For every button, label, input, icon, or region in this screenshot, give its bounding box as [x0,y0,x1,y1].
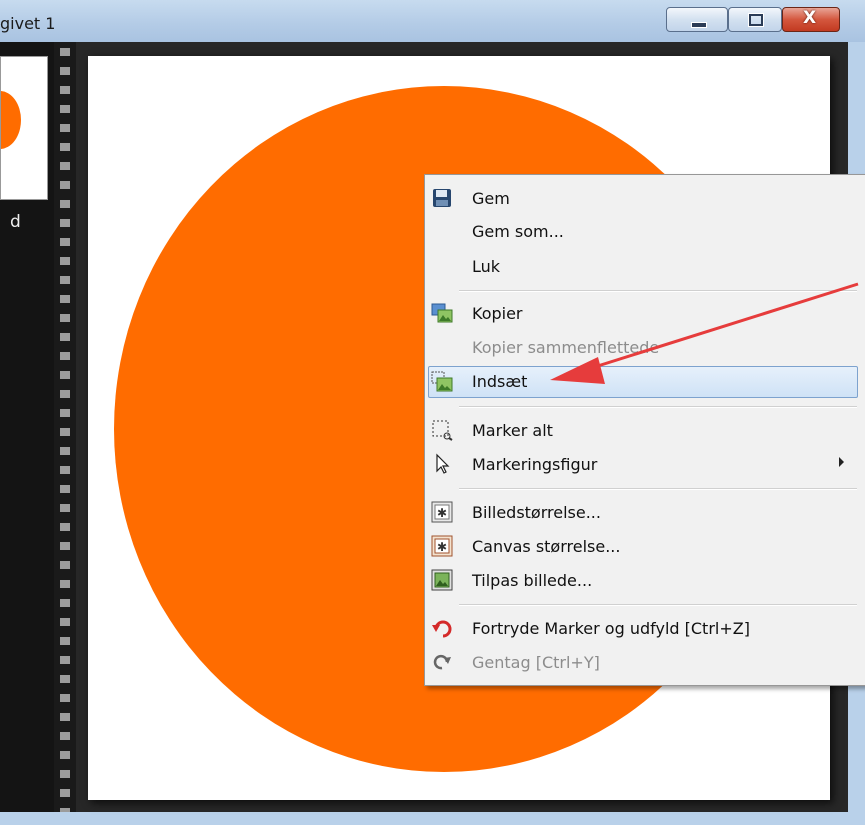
svg-text:✱: ✱ [437,506,447,520]
paste-image-icon [431,371,453,393]
menu-item-markeringsfigur[interactable]: Markeringsfigur [428,449,858,479]
minimize-button[interactable] [666,7,728,32]
menu-item-marker-alt[interactable]: Marker alt [428,415,858,445]
maximize-icon [748,13,764,27]
select-all-icon [431,419,453,441]
menu-item-label: Billedstørrelse... [472,503,601,522]
close-icon: X [803,8,817,28]
save-icon [431,187,453,209]
menu-item-indsaet[interactable]: Indsæt [428,366,858,398]
menu-item-billedstorrelse[interactable]: ✱ Billedstørrelse... [428,497,858,527]
filmstrip-border [54,42,76,812]
menu-item-canvas-storrelse[interactable]: ✱ Canvas størrelse... [428,531,858,561]
thumbnail-label: d [10,212,21,232]
menu-item-label: Fortryde Marker og udfyld [Ctrl+Z] [472,619,750,638]
menu-item-gentag[interactable]: Gentag [Ctrl+Y] [428,647,858,677]
thumbnail-sidebar: d [0,42,54,812]
redo-icon [431,651,453,673]
menu-separator [459,604,857,606]
menu-item-label: Marker alt [472,421,553,440]
window-frame-bottom [0,812,865,825]
context-menu: Gem Gem som... Luk Kopier Kopier sammenf… [424,174,865,686]
menu-separator [459,290,857,292]
close-button[interactable]: X [782,7,840,32]
submenu-arrow-icon [839,457,844,467]
image-size-icon: ✱ [431,501,453,523]
menu-item-label: Markeringsfigur [472,455,598,474]
maximize-button[interactable] [728,7,782,32]
menu-item-label: Indsæt [472,372,528,391]
image-thumbnail[interactable] [0,56,48,200]
copy-image-icon [431,302,453,324]
title-bar: givet 1 X [0,0,865,42]
menu-item-gem-som[interactable]: Gem som... [428,216,858,246]
menu-item-kopier[interactable]: Kopier [428,298,858,328]
fit-image-icon [431,569,453,591]
menu-item-label: Gem som... [472,222,564,241]
minimize-icon [691,22,707,28]
pointer-icon [431,453,453,475]
menu-item-luk[interactable]: Luk [428,251,858,281]
menu-item-kopier-sammenflettede[interactable]: Kopier sammenflettede [428,332,858,362]
menu-item-label: Kopier [472,304,523,323]
window-title: givet 1 [0,14,56,33]
menu-item-label: Canvas størrelse... [472,537,621,556]
menu-item-label: Gentag [Ctrl+Y] [472,653,600,672]
menu-separator [459,406,857,408]
menu-item-tilpas-billede[interactable]: Tilpas billede... [428,565,858,595]
menu-item-gem[interactable]: Gem [428,183,858,213]
svg-text:✱: ✱ [437,540,447,554]
menu-item-label: Gem [472,189,510,208]
menu-item-label: Luk [472,257,501,276]
menu-item-label: Kopier sammenflettede [472,338,660,357]
menu-separator [459,488,857,490]
menu-item-fortryde[interactable]: Fortryde Marker og udfyld [Ctrl+Z] [428,613,858,643]
thumbnail-circle [1,91,21,149]
menu-item-label: Tilpas billede... [472,571,593,590]
canvas-size-icon: ✱ [431,535,453,557]
undo-icon [431,617,453,639]
